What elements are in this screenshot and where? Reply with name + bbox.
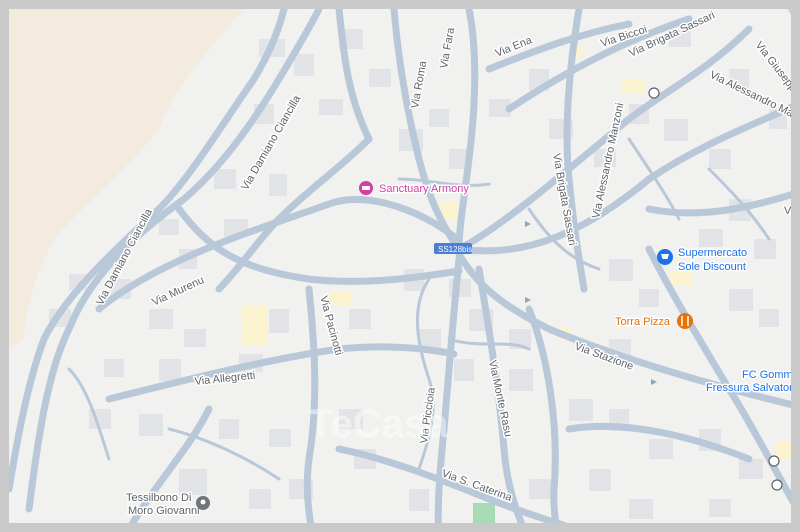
route-badge-label: SS128bis [438,245,472,254]
restaurant-icon [677,313,693,329]
poi-label: Torra Pizza [615,316,671,328]
map-canvas[interactable]: Via Damiano Ciancilla Via Damiano Cianci… [9,9,800,532]
map-frame: Via Damiano Ciancilla Via Damiano Cianci… [0,0,800,532]
poi-torra-pizza[interactable]: Torra Pizza [614,313,693,330]
watermark: TeCasa [309,402,449,446]
bus-stop-icon [768,455,780,467]
bus-stop-icon [771,479,783,491]
poi-label-line2: Fressura Salvatore... [706,382,800,394]
bus-stop-icon [648,87,660,99]
poi-label-line2: Sole Discount [678,261,746,273]
poi-label-line2: Moro Giovanni [128,505,200,517]
poi-label-line1: Tessilbono Di [126,492,191,504]
poi-label-line1: Supermercato [678,247,747,259]
poi-label-line1: FC Gomme di [742,369,800,381]
street-label: Via L [784,205,800,217]
route-badge: SS128bis [434,243,472,254]
poi-label: Sanctuary Armony [379,183,469,195]
park-area [473,503,495,523]
